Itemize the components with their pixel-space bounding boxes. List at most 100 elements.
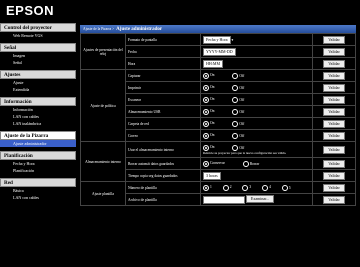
radio-label: On <box>210 97 215 102</box>
radio-on[interactable] <box>203 108 209 115</box>
radio-label: 2 <box>229 185 232 190</box>
sidebar-item-lan-cables[interactable]: LAN con cables <box>0 113 76 120</box>
label-archivo: Archivo de plantilla <box>125 193 201 206</box>
radio-label: On <box>210 73 215 78</box>
radio-on[interactable] <box>203 132 209 139</box>
formato-select[interactable]: Fecha y Hora <box>203 35 231 44</box>
sidebar-item-planificacion[interactable]: Planificación <box>0 167 76 174</box>
label-fecha: Fecha <box>125 45 201 58</box>
radio-on[interactable] <box>203 84 209 91</box>
radio-label: On <box>210 85 215 90</box>
radio-template-3[interactable] <box>242 184 249 191</box>
sidebar-section-senal[interactable]: Señal <box>0 43 76 52</box>
apply-button[interactable]: Validar <box>323 145 345 154</box>
epson-logo: EPSON <box>6 3 55 18</box>
apply-button[interactable]: Validar <box>323 59 345 68</box>
tiempo-select[interactable]: 3 horas <box>203 171 221 180</box>
sidebar-item-web-remote[interactable]: Web Remote VGS <box>0 32 76 39</box>
page-title: Ajuste administrador <box>116 27 163 32</box>
radio-label: Off <box>239 109 245 114</box>
sidebar-item-senal[interactable]: Señal <box>0 59 76 66</box>
radio-on[interactable] <box>203 144 209 151</box>
group-plantilla: Ajuste plantilla <box>80 181 126 206</box>
radio-template-4[interactable] <box>262 184 269 191</box>
apply-button[interactable]: Validar <box>323 171 345 180</box>
sidebar-section-planificacion[interactable]: Planificación <box>0 151 76 160</box>
label-imprimir: Imprimir <box>125 81 201 94</box>
radio-off[interactable] <box>232 96 239 103</box>
main-panel: Ajuste de la Pizarra > Ajuste administrad… <box>80 25 356 267</box>
file-path-field[interactable] <box>203 195 245 204</box>
breadcrumb: Ajuste de la Pizarra > Ajuste administrad… <box>80 25 356 33</box>
radio-off[interactable] <box>232 108 239 115</box>
apply-button[interactable]: Validar <box>323 159 345 168</box>
apply-button[interactable]: Validar <box>323 183 345 192</box>
apply-button[interactable]: Validar <box>323 71 345 80</box>
radio-template-2[interactable] <box>222 184 229 191</box>
apply-button[interactable]: Validar <box>323 107 345 116</box>
apply-button[interactable]: Validar <box>323 83 345 92</box>
radio-label: Off <box>239 121 245 126</box>
sidebar-item-imagen[interactable]: Imagen <box>0 52 76 59</box>
sidebar-item-red-lan-cables[interactable]: LAN con cables <box>0 194 76 201</box>
radio-template-1[interactable] <box>203 184 209 191</box>
radio-off[interactable] <box>232 84 239 91</box>
label-borrar: Borrar automát datos guardados <box>125 157 201 170</box>
apply-button[interactable]: Validar <box>323 195 345 204</box>
label-capturar: Capturar <box>125 69 201 82</box>
sidebar-item-extendida[interactable]: Extendida <box>0 86 76 93</box>
radio-label: 5 <box>288 185 291 190</box>
sidebar-item-lan-inalambrica[interactable]: LAN inalámbrica <box>0 120 76 127</box>
sidebar-item-ajuste[interactable]: Ajuste <box>0 79 76 86</box>
group-almacenamiento: Almacenamiento interno <box>80 141 126 182</box>
label-red: Carpeta de red <box>125 117 201 130</box>
sidebar-section-control[interactable]: Control del proyector <box>0 23 76 32</box>
radio-on[interactable] <box>203 72 209 79</box>
sidebar-section-pizarra[interactable]: Ajuste de la Pizarra <box>0 131 76 140</box>
sidebar-item-informacion[interactable]: Información <box>0 106 76 113</box>
browse-button[interactable]: Examinar... <box>245 195 275 204</box>
sidebar-item-fecha-hora[interactable]: Fecha y Hora <box>0 160 76 167</box>
radio-label: Off <box>239 97 245 102</box>
radio-label: On <box>210 121 215 126</box>
radio-on[interactable] <box>203 96 209 103</box>
label-formato: Formato de pantalla <box>125 33 201 46</box>
settings-table: Ajustes de presentación del reloj Format… <box>80 33 356 206</box>
apply-button[interactable]: Validar <box>323 47 345 56</box>
radio-label: Conservar <box>210 161 225 166</box>
label-escanear: Escanear <box>125 93 201 106</box>
apply-button[interactable]: Validar <box>323 35 345 44</box>
sidebar-section-ajustes[interactable]: Ajustes <box>0 70 76 79</box>
sidebar-item-ajuste-administrador[interactable]: Ajuste administrador <box>0 140 76 147</box>
breadcrumb-path[interactable]: Ajuste de la Pizarra > <box>83 27 114 31</box>
radio-off[interactable] <box>232 144 239 151</box>
hora-select[interactable]: HH:MM <box>203 59 224 68</box>
apply-button[interactable]: Validar <box>323 119 345 128</box>
fecha-select[interactable]: YYYY-MM-DD <box>203 47 236 56</box>
radio-off[interactable] <box>232 132 239 139</box>
radio-off[interactable] <box>232 72 239 79</box>
radio-off[interactable] <box>232 120 239 127</box>
label-numero: Número de plantilla <box>125 181 201 194</box>
sidebar-item-basica[interactable]: Básica <box>0 187 76 194</box>
radio-borrar[interactable] <box>242 160 249 167</box>
radio-on[interactable] <box>203 120 209 127</box>
radio-label: On <box>210 109 215 114</box>
sidebar-section-informacion[interactable]: Información <box>0 97 76 106</box>
radio-label: Off <box>239 85 245 90</box>
radio-label: Off <box>239 145 245 150</box>
restart-note: Reinicie su proyector para que la nueva … <box>203 150 287 155</box>
apply-button[interactable]: Validar <box>323 95 345 104</box>
label-tiempo: Tiempo copia seg datos guardados <box>125 169 201 182</box>
radio-conservar[interactable] <box>203 160 209 167</box>
chevron-down-icon: ▾ <box>231 37 234 42</box>
header: EPSON <box>0 0 360 22</box>
radio-label: 4 <box>269 185 271 190</box>
label-usb: Almacenamiento USB <box>125 105 201 118</box>
radio-label: 1 <box>210 185 212 190</box>
radio-label: On <box>210 145 215 150</box>
apply-button[interactable]: Validar <box>323 131 345 140</box>
sidebar-section-red[interactable]: Red <box>0 178 76 187</box>
radio-template-5[interactable] <box>281 184 288 191</box>
radio-label: Off <box>239 73 245 78</box>
